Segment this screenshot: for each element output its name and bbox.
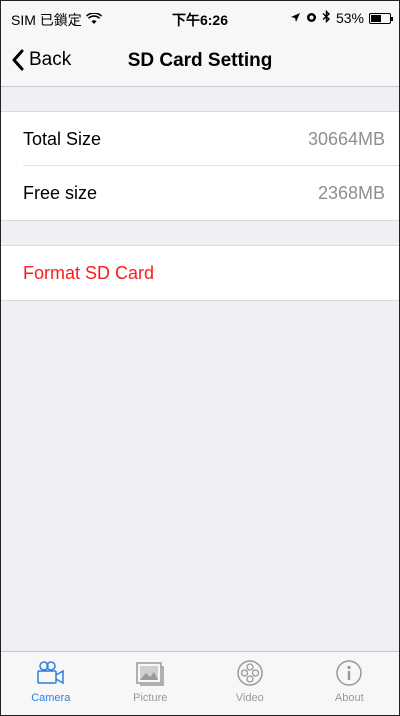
format-group: Format SD Card xyxy=(1,245,399,301)
tab-video-label: Video xyxy=(235,692,264,704)
camera-icon xyxy=(37,661,64,685)
free-size-row: Free size 2368MB xyxy=(1,166,399,220)
battery-icon xyxy=(369,12,393,24)
total-size-value: 30664MB xyxy=(307,129,385,149)
tab-about[interactable]: About xyxy=(300,652,400,715)
battery-percent: 53% xyxy=(335,10,364,26)
page-title: SD Card Setting xyxy=(127,50,273,71)
picture-icon xyxy=(136,662,164,686)
info-icon xyxy=(336,660,362,686)
battery-fill xyxy=(371,14,381,22)
free-size-value: 2368MB xyxy=(317,183,385,203)
format-sd-card-label: Format SD Card xyxy=(23,263,155,283)
status-right: 53% xyxy=(290,9,393,26)
alarm-icon xyxy=(306,10,317,26)
video-reel-icon xyxy=(237,660,263,686)
free-size-label: Free size xyxy=(23,183,98,203)
tab-picture[interactable]: Picture xyxy=(101,652,201,715)
format-sd-card-button[interactable]: Format SD Card xyxy=(1,246,399,300)
tab-camera-label: Camera xyxy=(31,692,71,704)
status-bar: SIM 已鎖定 下午6:26 53% xyxy=(1,1,399,37)
tab-picture-label: Picture xyxy=(133,692,168,704)
navigation-bar: Back SD Card Setting xyxy=(1,37,399,87)
total-size-row: Total Size 30664MB xyxy=(1,112,399,166)
tab-video[interactable]: Video xyxy=(200,652,300,715)
storage-info-group: Total Size 30664MB Free size 2368MB xyxy=(1,111,399,221)
tab-bar: Camera Picture Video About xyxy=(1,651,399,715)
tab-camera[interactable]: Camera xyxy=(1,652,101,715)
total-size-label: Total Size xyxy=(23,129,102,149)
bluetooth-icon xyxy=(322,9,331,26)
tab-about-label: About xyxy=(334,692,364,704)
location-arrow-icon xyxy=(290,10,301,26)
